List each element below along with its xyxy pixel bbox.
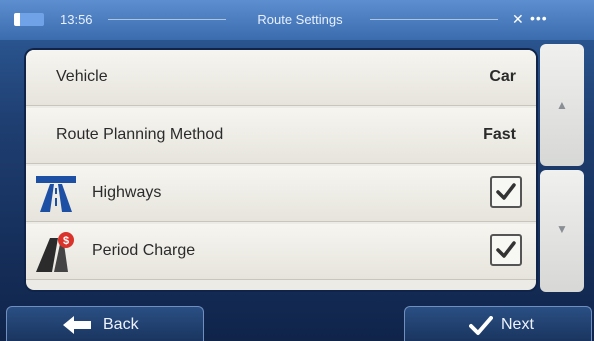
page-title: Route Settings xyxy=(257,12,343,27)
back-button[interactable]: Back xyxy=(6,306,204,341)
status-divider-right xyxy=(370,19,498,20)
chevron-down-icon: ▼ xyxy=(556,222,568,236)
check-icon xyxy=(469,316,493,341)
chevron-up-icon: ▲ xyxy=(556,98,568,112)
highway-icon xyxy=(34,174,78,219)
period-charge-checkbox[interactable] xyxy=(490,234,522,266)
svg-text:$: $ xyxy=(63,235,69,247)
status-time: 13:56 xyxy=(60,12,93,27)
settings-list: Vehicle Car Route Planning Method Fast H… xyxy=(26,50,536,290)
setting-label-period-charge: Period Charge xyxy=(92,242,196,259)
checkmark-icon xyxy=(496,183,516,200)
scroll-up-button[interactable]: ▲ xyxy=(540,44,584,166)
setting-row-route-planning[interactable]: Route Planning Method Fast xyxy=(26,108,536,164)
back-arrow-icon xyxy=(63,315,93,340)
battery-icon xyxy=(14,13,44,26)
status-divider-left xyxy=(108,19,226,20)
menu-dots-icon[interactable]: ••• xyxy=(530,10,548,26)
signal-icon: ✕ xyxy=(512,11,524,27)
toll-road-icon: $ xyxy=(34,230,78,279)
next-button[interactable]: Next xyxy=(404,306,592,341)
setting-value-route-planning: Fast xyxy=(483,126,516,143)
setting-value-vehicle: Car xyxy=(489,68,516,85)
next-button-label: Next xyxy=(501,316,534,333)
setting-row-vehicle[interactable]: Vehicle Car xyxy=(26,50,536,106)
checkmark-icon xyxy=(496,241,516,258)
setting-label-highways: Highways xyxy=(92,184,162,201)
setting-label-route-planning: Route Planning Method xyxy=(56,126,224,143)
setting-label-vehicle: Vehicle xyxy=(56,68,108,85)
setting-row-period-charge[interactable]: $ Period Charge xyxy=(26,224,536,280)
highways-checkbox[interactable] xyxy=(490,176,522,208)
setting-row-highways[interactable]: Highways xyxy=(26,166,536,222)
status-bar: 13:56 Route Settings ✕ ••• xyxy=(0,0,594,40)
back-button-label: Back xyxy=(103,316,139,333)
scroll-down-button[interactable]: ▼ xyxy=(540,170,584,292)
